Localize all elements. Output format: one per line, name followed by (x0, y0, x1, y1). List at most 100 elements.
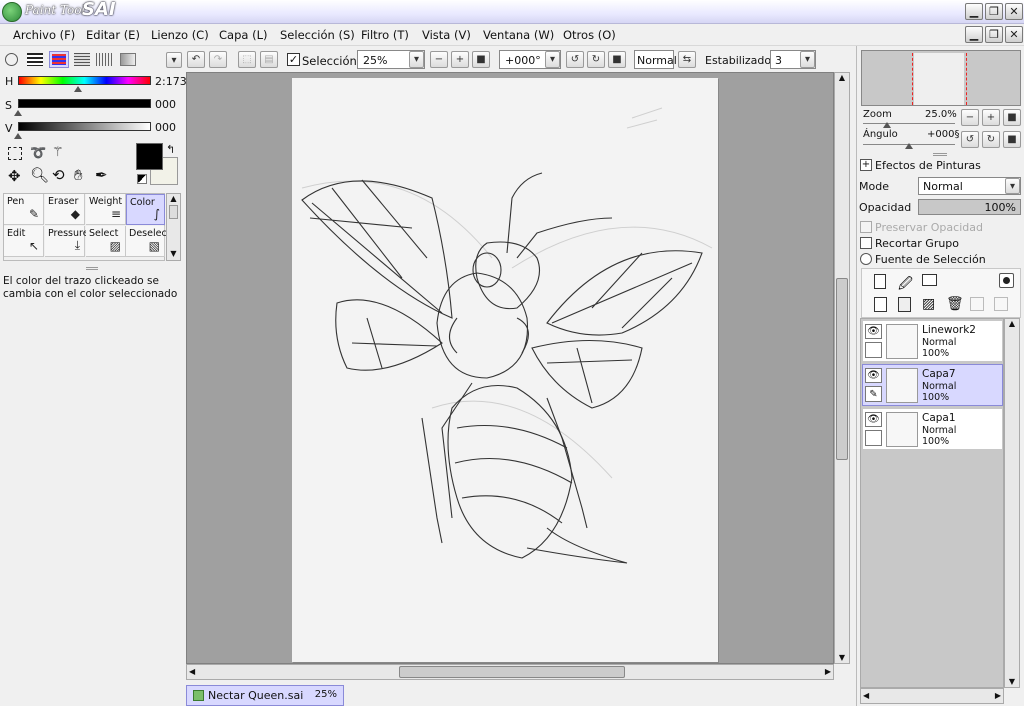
clear-layer-icon[interactable]: ▨ (922, 296, 935, 312)
rgb-sliders-icon[interactable] (27, 53, 43, 66)
zoom-icon[interactable]: 🔍︎ (30, 166, 49, 184)
rect-select-icon[interactable] (8, 147, 22, 160)
eyedropper-icon[interactable]: ✒ (95, 166, 108, 184)
redo-button[interactable]: ↷ (209, 51, 227, 68)
copy-layer-icon[interactable] (874, 297, 887, 312)
chevron-down-icon[interactable]: ▾ (545, 51, 560, 68)
menu-otros[interactable]: Otros (O) (563, 28, 616, 42)
zoom-in-button[interactable]: + (451, 51, 469, 68)
tool-deselect[interactable]: Deselect ▧ (126, 226, 170, 257)
value-slider[interactable] (18, 122, 151, 131)
selection-source-radio[interactable] (860, 253, 872, 265)
swatches-icon[interactable] (96, 53, 112, 66)
reset-colors-icon[interactable] (137, 174, 147, 184)
scroll-right-icon[interactable]: ▶ (995, 691, 1001, 700)
nav-rotate-left-button[interactable]: ↺ (961, 131, 979, 148)
visibility-eye-icon[interactable]: 👁︎ (865, 324, 882, 339)
new-linework-layer-icon[interactable]: 🖉 (898, 273, 913, 297)
rotate-left-button[interactable]: ↺ (566, 51, 584, 68)
value-slider-handle[interactable] (14, 133, 22, 139)
menu-filtro[interactable]: Filtro (T) (361, 28, 409, 42)
layer-linework2[interactable]: 👁︎ Linework2 Normal 100% (862, 320, 1003, 362)
rotate-right-button[interactable]: ↻ (587, 51, 605, 68)
foreground-color-swatch[interactable] (136, 143, 163, 170)
navigator-preview[interactable] (861, 50, 1021, 106)
menu-editar[interactable]: Editar (E) (86, 28, 140, 42)
tool-pen[interactable]: Pen ✎ (4, 194, 44, 225)
doc-close-button[interactable]: ✕ (1005, 26, 1023, 43)
flip-button[interactable]: ⇆ (678, 51, 696, 68)
menu-lienzo[interactable]: Lienzo (C) (151, 28, 209, 42)
tool-grid-scrollbar[interactable]: ▲ ▼ (166, 193, 181, 261)
delete-layer-icon[interactable]: 🗑︎ (946, 296, 964, 312)
tool-select[interactable]: Select ▨ (86, 226, 126, 257)
layer-capa7[interactable]: 👁︎ ✎ Capa7 Normal 100% (862, 364, 1003, 406)
blend-mode-button[interactable]: Normal (634, 50, 677, 69)
nav-zoom-in-button[interactable]: + (982, 109, 1000, 126)
merge-down-icon[interactable] (898, 297, 911, 312)
layer-lock-toggle[interactable] (865, 430, 882, 446)
transfer-down-icon[interactable] (970, 297, 984, 311)
new-folder-icon[interactable] (922, 274, 937, 286)
document-tab[interactable]: Nectar Queen.sai 25% (186, 685, 344, 706)
color-panel-menu-button[interactable]: ▾ (166, 52, 182, 68)
scroll-down-icon[interactable]: ▼ (167, 249, 180, 258)
saturation-slider[interactable] (18, 99, 151, 108)
swatch-bar-icon[interactable] (74, 53, 90, 66)
close-button[interactable]: ✕ (1005, 3, 1023, 20)
layer-list-scrollbar[interactable]: ▲ ▼ (1004, 318, 1020, 688)
panel-grip[interactable] (933, 153, 947, 156)
paint-brush-icon[interactable]: ✎ (865, 386, 882, 402)
clip-group-checkbox[interactable] (860, 237, 872, 249)
rotate-reset-button[interactable]: ■ (608, 51, 626, 68)
rotate-icon[interactable]: ⟲ (52, 166, 65, 184)
nav-zoom-reset-button[interactable]: ■ (1003, 109, 1021, 126)
scroll-up-icon[interactable]: ▲ (167, 194, 180, 203)
tool-eraser[interactable]: Eraser ◆ (45, 194, 85, 225)
panel-grip[interactable] (86, 267, 98, 270)
lasso-icon[interactable]: ➰ (30, 146, 46, 161)
nav-zoom-handle[interactable] (883, 122, 891, 128)
tool-grid-scroll-thumb[interactable] (169, 205, 178, 219)
menu-archivo[interactable]: Archivo (F) (13, 28, 75, 42)
scroll-down-icon[interactable]: ▼ (835, 653, 849, 662)
zoom-out-button[interactable]: − (430, 51, 448, 68)
maximize-button[interactable]: ❐ (985, 3, 1003, 20)
doc-minimize-button[interactable]: ▁ (965, 26, 983, 43)
hue-slider[interactable] (18, 76, 151, 85)
nav-zoom-slider[interactable] (863, 123, 955, 124)
chevron-down-icon[interactable]: ▾ (800, 51, 815, 68)
saturation-slider-handle[interactable] (14, 110, 22, 116)
preserve-opacity-checkbox[interactable] (860, 221, 872, 233)
nav-zoom-out-button[interactable]: − (961, 109, 979, 126)
canvas-vscroll-thumb[interactable] (836, 278, 848, 460)
selection-checkbox[interactable]: ✓ (287, 53, 300, 66)
scroll-up-icon[interactable]: ▲ (835, 73, 849, 82)
magic-wand-icon[interactable]: ⚚ (52, 145, 64, 160)
layer-capa1[interactable]: 👁︎ Capa1 Normal 100% (862, 408, 1003, 450)
move-icon[interactable]: ✥ (8, 167, 21, 185)
invert-selection-button[interactable]: ▤ (260, 51, 278, 68)
visibility-eye-icon[interactable]: 👁︎ (865, 412, 882, 427)
minimize-button[interactable]: ▁ (965, 3, 983, 20)
tool-pressure[interactable]: Pressure ⤓ (45, 226, 89, 257)
nav-rotate-right-button[interactable]: ↻ (982, 131, 1000, 148)
merge-group-icon[interactable] (994, 297, 1008, 311)
canvas-paper[interactable] (292, 78, 718, 662)
canvas-vertical-scrollbar[interactable]: ▲ ▼ (834, 72, 850, 664)
new-layer-icon[interactable] (874, 274, 886, 289)
hue-slider-handle[interactable] (74, 86, 82, 92)
angle-select[interactable]: +000° ▾ (499, 50, 561, 69)
layer-mode-select[interactable]: Normal ▾ (918, 177, 1021, 195)
chevron-down-icon[interactable]: ▾ (1005, 178, 1020, 194)
visibility-eye-icon[interactable]: 👁︎ (865, 368, 882, 383)
nav-rotate-reset-button[interactable]: ■ (1003, 131, 1021, 148)
tool-color[interactable]: Color ∫ (126, 194, 165, 225)
stabilizer-select[interactable]: 3 ▾ (770, 50, 816, 69)
scroll-left-icon[interactable]: ◀ (863, 691, 869, 700)
zoom-select[interactable]: 25% ▾ (357, 50, 425, 69)
canvas-hscroll-thumb[interactable] (399, 666, 625, 678)
menu-ventana[interactable]: Ventana (W) (483, 28, 554, 42)
undo-button[interactable]: ↶ (187, 51, 205, 68)
layer-list-hscrollbar[interactable]: ◀ ▶ (860, 688, 1004, 704)
